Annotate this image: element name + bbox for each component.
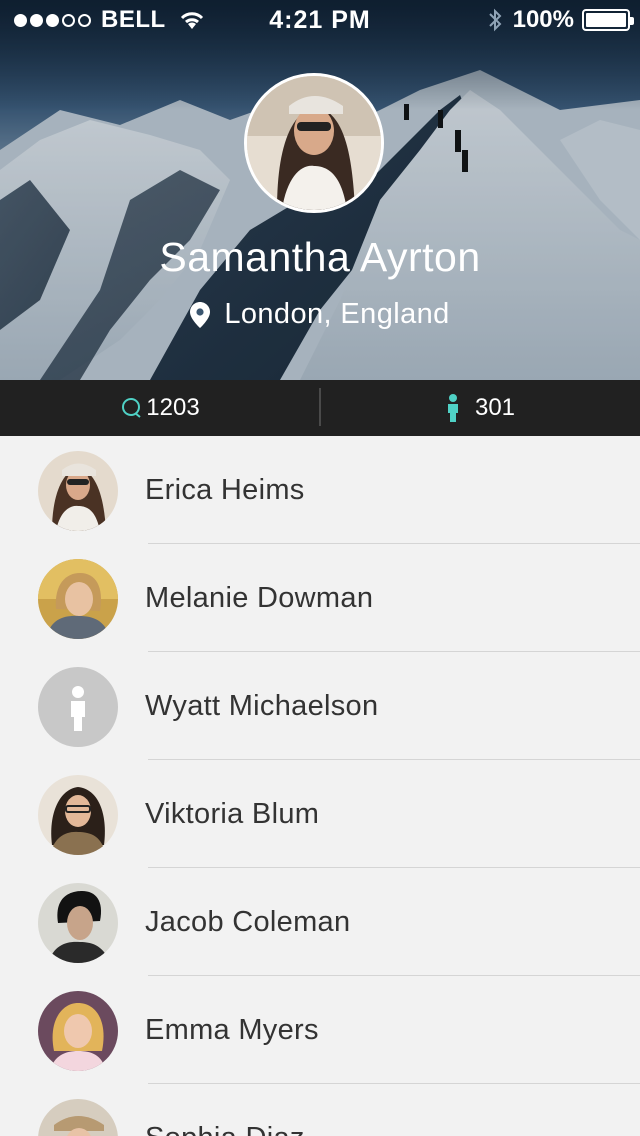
bluetooth-icon <box>488 8 502 32</box>
profile-avatar[interactable] <box>244 73 384 213</box>
comments-count: 1203 <box>146 394 200 421</box>
friend-avatar-placeholder <box>38 667 118 747</box>
comments-stat[interactable]: 1203 <box>0 380 320 436</box>
friend-avatar <box>38 775 118 855</box>
person-icon <box>447 394 458 422</box>
list-item[interactable]: Melanie Dowman <box>0 544 640 652</box>
friend-avatar <box>38 991 118 1071</box>
profile-location: London, England <box>0 298 640 331</box>
battery-percentage: 100% <box>512 6 574 33</box>
list-item[interactable]: Viktoria Blum <box>0 760 640 868</box>
status-right: 100% <box>487 6 634 34</box>
followers-count: 301 <box>474 394 516 421</box>
battery-icon <box>582 9 634 31</box>
followers-stat[interactable]: 301 <box>320 380 640 436</box>
stats-divider <box>319 388 321 426</box>
friend-avatar <box>38 1099 118 1136</box>
friend-avatar <box>38 883 118 963</box>
list-item[interactable]: Jacob Coleman <box>0 868 640 976</box>
friend-name: Melanie Dowman <box>145 582 374 614</box>
list-item[interactable]: Sophia Diaz <box>0 1084 640 1136</box>
friend-name: Sophia Diaz <box>145 1122 305 1136</box>
location-pin-icon <box>190 301 211 328</box>
location-text: London, England <box>224 298 450 330</box>
profile-header: BELL 4:21 PM 100% Samantha Ayrton London… <box>0 0 640 380</box>
friend-name: Wyatt Michaelson <box>145 690 379 722</box>
comment-bubble-icon <box>122 398 141 418</box>
friend-name: Jacob Coleman <box>145 906 351 938</box>
list-item[interactable]: Erica Heims <box>0 436 640 544</box>
list-item[interactable]: Emma Myers <box>0 976 640 1084</box>
status-bar: BELL 4:21 PM 100% <box>0 0 640 40</box>
friend-name: Erica Heims <box>145 474 305 506</box>
friend-name: Emma Myers <box>145 1014 319 1046</box>
list-item[interactable]: Wyatt Michaelson <box>0 652 640 760</box>
friend-avatar <box>38 451 118 531</box>
stats-bar: 1203 301 <box>0 380 640 436</box>
person-placeholder-icon <box>38 667 118 747</box>
friend-avatar <box>38 559 118 639</box>
profile-name: Samantha Ayrton <box>159 234 481 280</box>
friend-list: Erica Heims Melanie Dowman Wyatt Michael… <box>0 436 640 1136</box>
profile-photo <box>247 76 381 210</box>
friend-name: Viktoria Blum <box>145 798 320 830</box>
